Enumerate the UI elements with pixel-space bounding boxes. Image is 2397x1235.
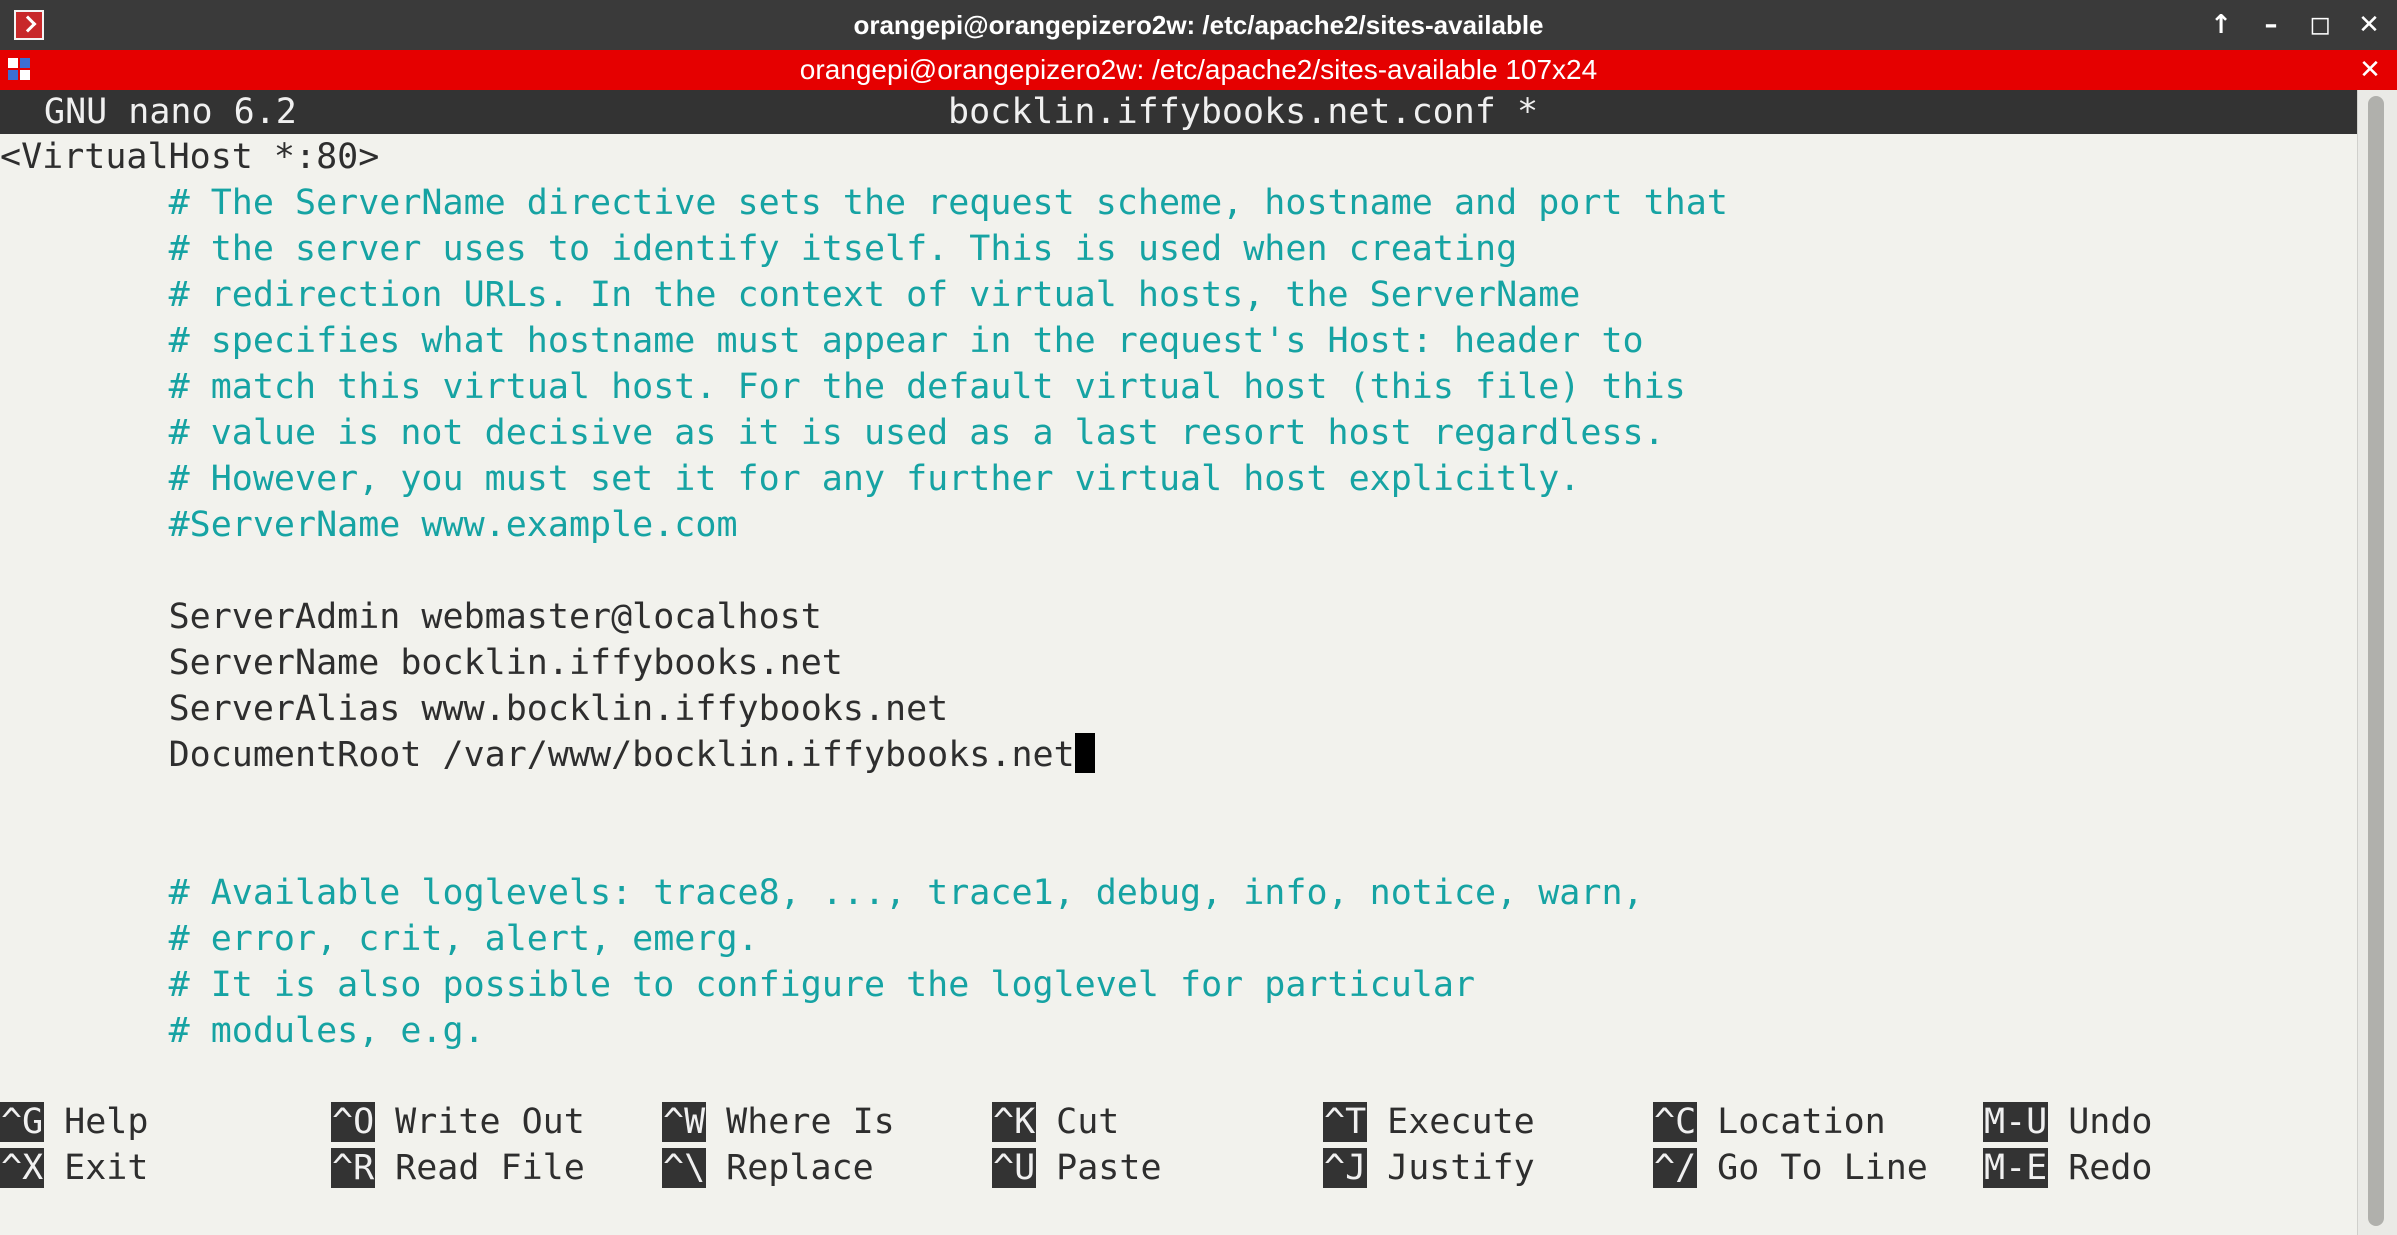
shortcut-location[interactable]: ^C Location — [1653, 1100, 1886, 1144]
shortcut-label: Justify — [1387, 1148, 1535, 1188]
shortcut-key: M-E — [1983, 1148, 2049, 1188]
shortcut-key: ^X — [0, 1148, 45, 1188]
shortcut-read-file[interactable]: ^R Read File — [331, 1146, 585, 1190]
text-cursor — [1074, 733, 1095, 773]
editor-line-14-text: DocumentRoot /var/www/bocklin.iffybooks.… — [0, 735, 1075, 775]
shortcut-key: ^O — [331, 1102, 376, 1142]
window-titlebar: orangepi@orangepizero2w: /etc/apache2/si… — [0, 0, 2397, 50]
shortcut-undo[interactable]: M-U Undo — [1983, 1100, 2153, 1144]
shortcut-replace[interactable]: ^\ Replace — [662, 1146, 874, 1190]
window-up-icon[interactable]: ↑ — [2198, 0, 2244, 50]
shortcut-key: ^R — [331, 1148, 376, 1188]
editor-line-11[interactable]: ServerAdmin webmaster@localhost — [0, 594, 822, 640]
shortcut-label: Redo — [2068, 1148, 2153, 1188]
nano-version: GNU nano 6.2 — [44, 92, 297, 132]
shortcut-label: Read File — [395, 1148, 585, 1188]
editor-line-5[interactable]: # specifies what hostname must appear in… — [0, 318, 1644, 364]
shortcut-key: ^T — [1323, 1102, 1368, 1142]
editor-line-14[interactable]: DocumentRoot /var/www/bocklin.iffybooks.… — [0, 732, 1095, 778]
shortcut-justify[interactable]: ^J Justify — [1323, 1146, 1535, 1190]
terminal-close-button[interactable]: ✕ — [2350, 50, 2390, 90]
window-title: orangepi@orangepizero2w: /etc/apache2/si… — [853, 10, 1544, 40]
shortcut-redo[interactable]: M-E Redo — [1983, 1146, 2153, 1190]
terminal-titlebar: orangepi@orangepizero2w: /etc/apache2/si… — [0, 50, 2397, 90]
editor-line-12[interactable]: ServerName bocklin.iffybooks.net — [0, 640, 843, 686]
shortcut-label: Undo — [2068, 1102, 2153, 1142]
editor-line-20[interactable]: # modules, e.g. — [0, 1008, 485, 1054]
scrollbar-thumb[interactable] — [2368, 96, 2384, 1226]
editor-line-8[interactable]: # However, you must set it for any furth… — [0, 456, 1581, 502]
editor-line-9[interactable]: #ServerName www.example.com — [0, 502, 738, 548]
shortcut-help[interactable]: ^G Help — [0, 1100, 148, 1144]
terminal-area[interactable]: GNU nano 6.2 bocklin.iffybooks.net.conf … — [0, 90, 2357, 1235]
shortcut-cut[interactable]: ^K Cut — [992, 1100, 1119, 1144]
editor-line-4[interactable]: # redirection URLs. In the context of vi… — [0, 272, 1581, 318]
nano-header: GNU nano 6.2 bocklin.iffybooks.net.conf … — [0, 90, 2357, 134]
editor-line-3[interactable]: # the server uses to identify itself. Th… — [0, 226, 1518, 272]
shortcut-label: Go To Line — [1717, 1148, 1928, 1188]
editor-line-2[interactable]: # The ServerName directive sets the requ… — [0, 180, 1728, 226]
shortcut-write-out[interactable]: ^O Write Out — [331, 1100, 585, 1144]
editor-line-6[interactable]: # match this virtual host. For the defau… — [0, 364, 1686, 410]
shortcut-key: ^U — [992, 1148, 1037, 1188]
shortcut-label: Where Is — [726, 1102, 895, 1142]
shortcut-key: ^/ — [1653, 1148, 1698, 1188]
shortcut-label: Exit — [64, 1148, 149, 1188]
shortcut-key: ^J — [1323, 1148, 1368, 1188]
editor-line-1[interactable]: <VirtualHost *:80> — [0, 134, 379, 180]
shortcut-key: ^C — [1653, 1102, 1698, 1142]
shortcut-label: Execute — [1387, 1102, 1535, 1142]
shortcut-where-is[interactable]: ^W Where Is — [662, 1100, 895, 1144]
close-button[interactable]: ✕ — [2346, 0, 2392, 50]
shortcut-go-to-line[interactable]: ^/ Go To Line — [1653, 1146, 1928, 1190]
shortcut-key: ^\ — [662, 1148, 707, 1188]
shortcut-key: M-U — [1983, 1102, 2049, 1142]
editor-line-19[interactable]: # It is also possible to configure the l… — [0, 962, 1475, 1008]
shortcut-exit[interactable]: ^X Exit — [0, 1146, 148, 1190]
editor-line-7[interactable]: # value is not decisive as it is used as… — [0, 410, 1665, 456]
shortcut-label: Help — [64, 1102, 149, 1142]
shortcut-key: ^K — [992, 1102, 1037, 1142]
shortcut-label: Location — [1717, 1102, 1886, 1142]
shortcut-label: Cut — [1056, 1102, 1120, 1142]
minimize-button[interactable]: – — [2248, 0, 2294, 50]
shortcut-label: Paste — [1056, 1148, 1162, 1188]
shortcut-paste[interactable]: ^U Paste — [992, 1146, 1162, 1190]
shortcut-label: Replace — [726, 1148, 874, 1188]
shortcut-key: ^G — [0, 1102, 45, 1142]
shortcut-key: ^W — [662, 1102, 707, 1142]
nano-filename: bocklin.iffybooks.net.conf * — [948, 92, 1539, 132]
editor-line-13[interactable]: ServerAlias www.bocklin.iffybooks.net — [0, 686, 949, 732]
shortcut-execute[interactable]: ^T Execute — [1323, 1100, 1535, 1144]
editor-line-18[interactable]: # error, crit, alert, emerg. — [0, 916, 759, 962]
shortcut-label: Write Out — [395, 1102, 585, 1142]
terminal-title: orangepi@orangepizero2w: /etc/apache2/si… — [799, 54, 1598, 85]
editor-line-17[interactable]: # Available loglevels: trace8, ..., trac… — [0, 870, 1644, 916]
terminal-scrollbar[interactable] — [2357, 90, 2397, 1235]
maximize-button[interactable]: ◻ — [2297, 0, 2343, 50]
